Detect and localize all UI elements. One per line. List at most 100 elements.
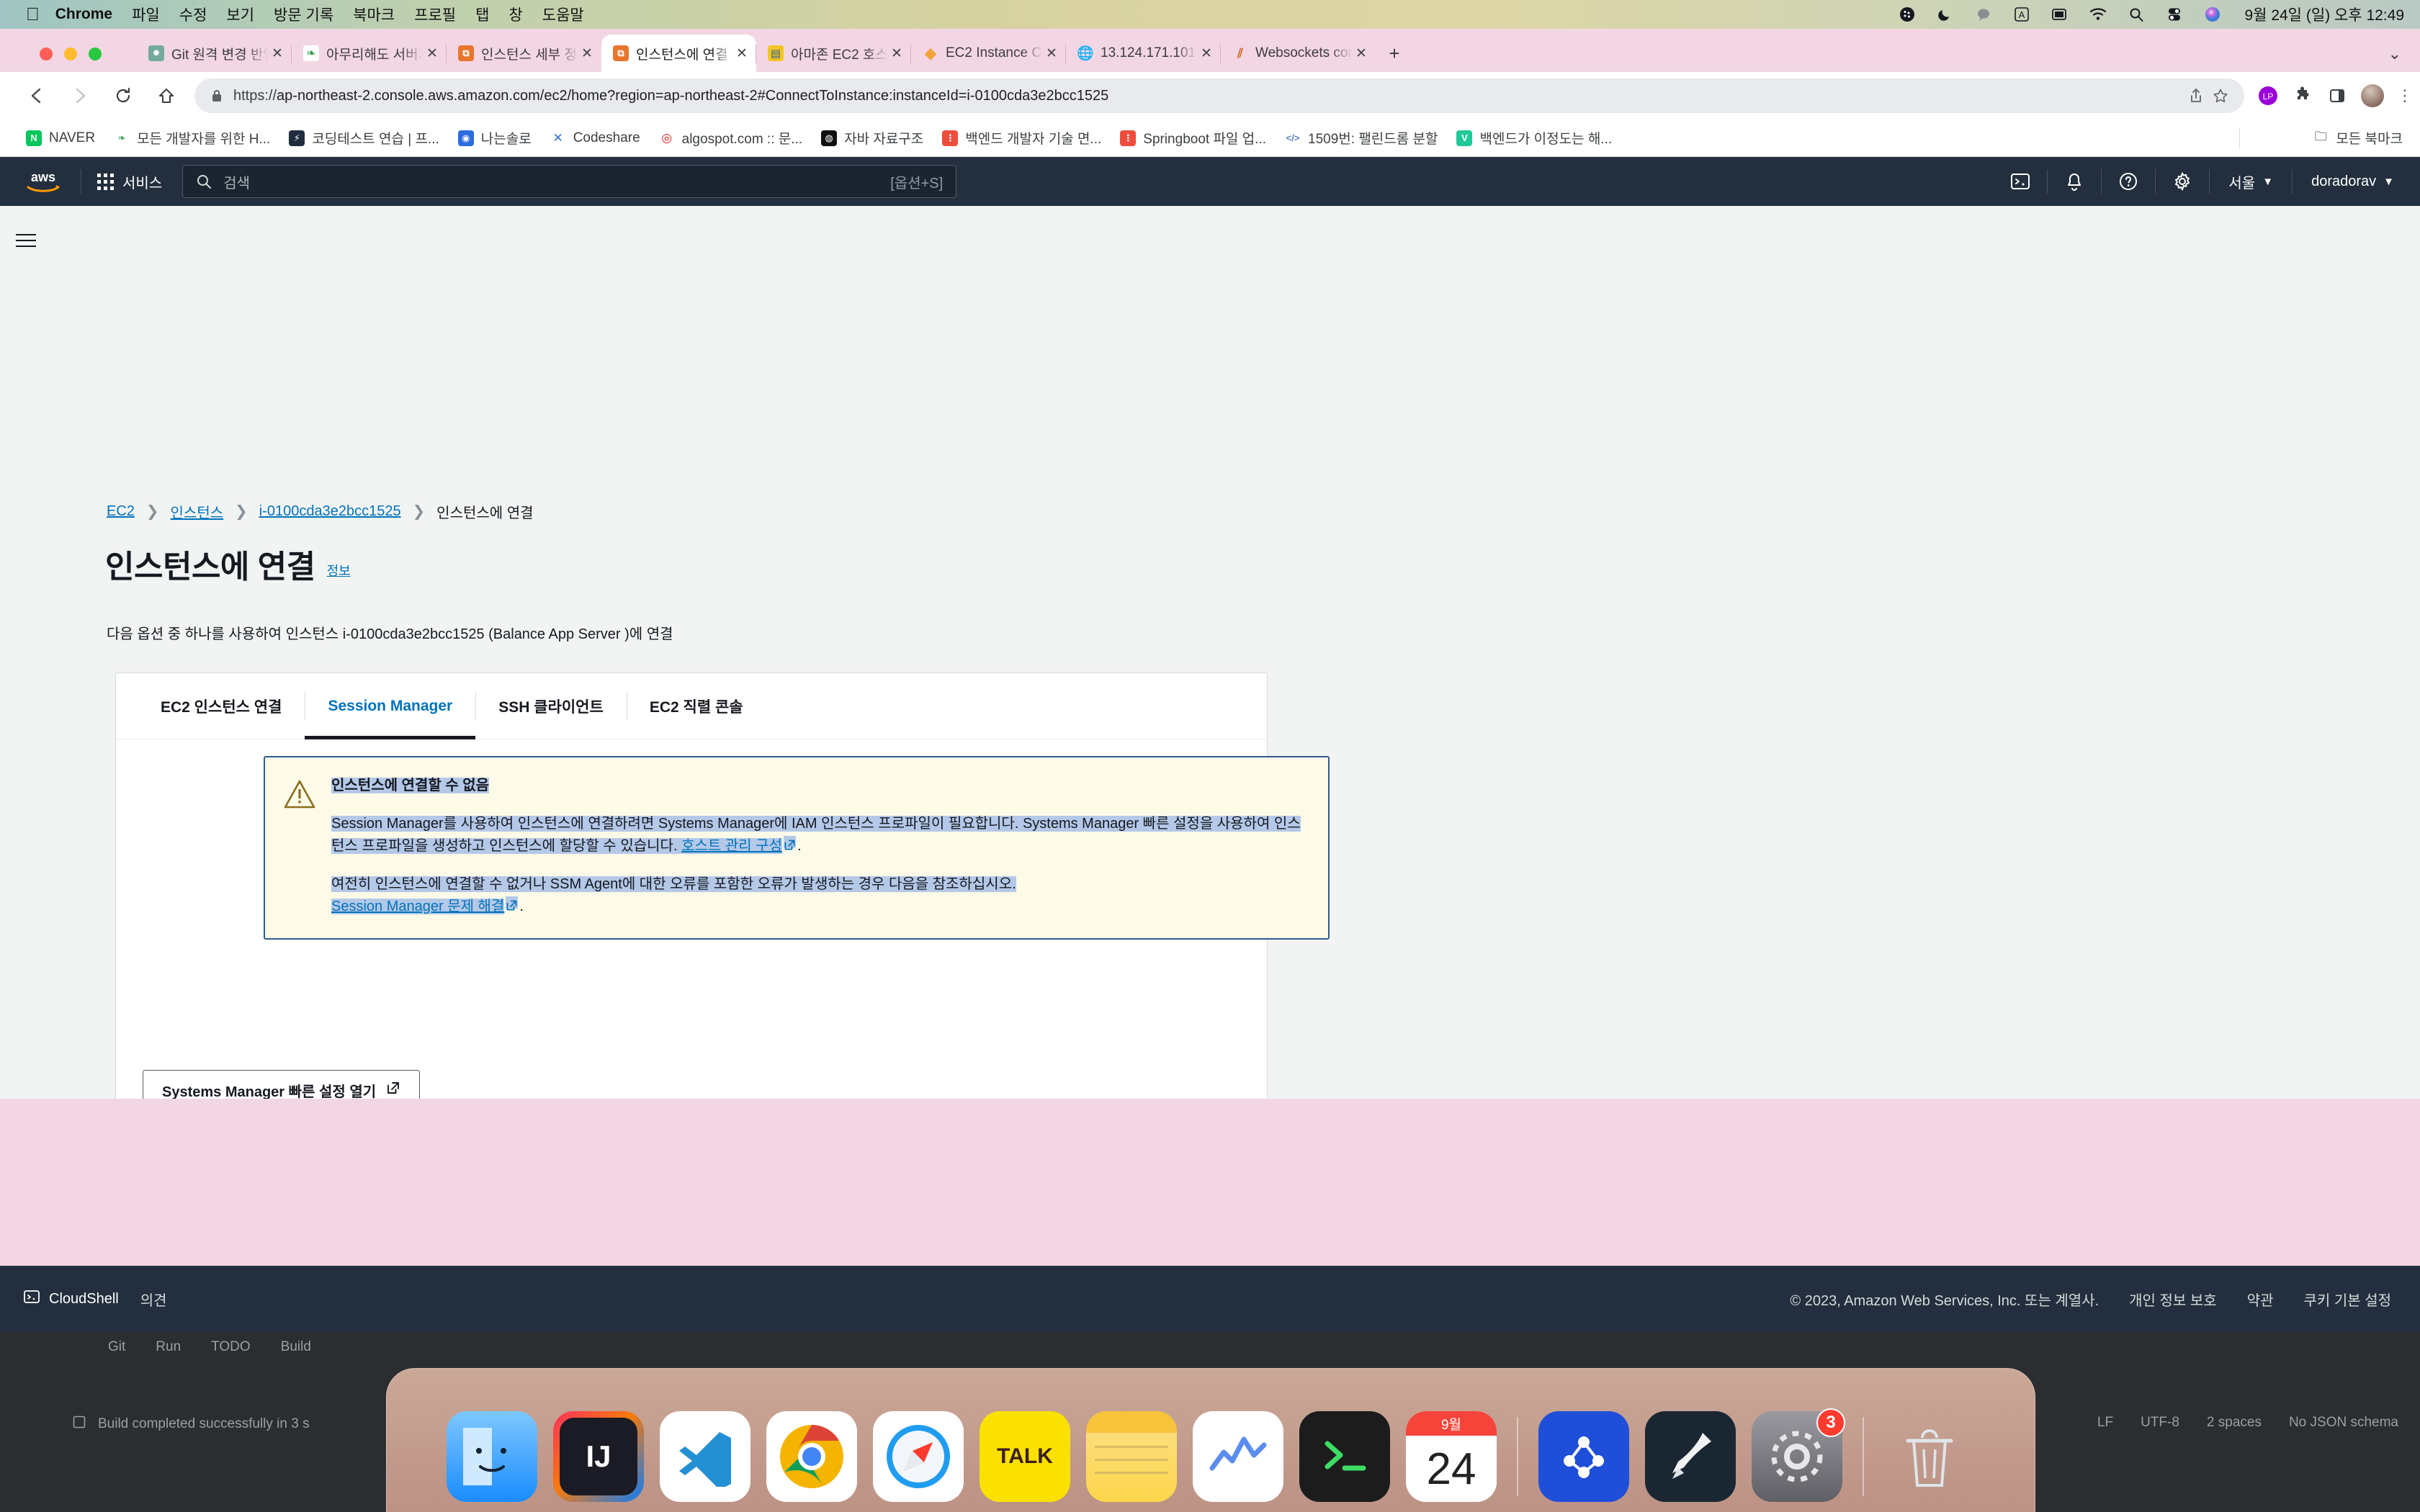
cloudshell-button[interactable]: CloudShell	[23, 1288, 119, 1310]
browser-tab-3[interactable]: ⧉ 인스턴스 세부 정보 | EC ✕	[446, 35, 601, 72]
all-bookmarks-button[interactable]: 🗀 모든 북마크	[2313, 128, 2403, 148]
browser-tab-1[interactable]: ✹ Git 원격 변경 반영 ✕	[137, 35, 292, 72]
reload-icon[interactable]	[107, 79, 140, 112]
menu-bar-clock[interactable]: 9월 24일 (일) 오후 12:49	[2244, 4, 2404, 25]
input-source-A-icon[interactable]: A	[2012, 5, 2031, 24]
dock-item-intellij-idea[interactable]: IJ	[553, 1411, 644, 1502]
tab-ec2-instance-connect[interactable]: EC2 인스턴스 연결	[138, 673, 305, 739]
address-bar[interactable]: https://ap-northeast-2.console.aws.amazo…	[194, 78, 2244, 113]
sidepanel-icon[interactable]	[2326, 85, 2348, 107]
dock-item-finder[interactable]	[447, 1411, 537, 1502]
bookmark-java-ds[interactable]: ◍ 자바 자료구조	[821, 128, 923, 148]
breadcrumb-item-ec2[interactable]: EC2	[107, 503, 135, 520]
ide-todo-tab[interactable]: TODO	[211, 1339, 251, 1355]
moon-icon[interactable]	[1936, 5, 1955, 24]
services-menu[interactable]: 서비스	[97, 171, 162, 192]
bookmark-nanunsolo[interactable]: ◉ 나는솔로	[457, 128, 532, 148]
tab-ec2-serial-console[interactable]: EC2 직렬 콘솔	[626, 673, 766, 739]
dock-item-system-settings[interactable]: 3	[1752, 1408, 1845, 1502]
dock-item-mongodb-compass[interactable]	[1538, 1411, 1629, 1502]
ide-encoding[interactable]: UTF-8	[2141, 1415, 2179, 1431]
menu-profile[interactable]: 프로필	[414, 4, 456, 25]
tab-session-manager[interactable]: Session Manager	[305, 673, 475, 739]
minimize-window-button[interactable]	[64, 48, 77, 60]
dock-item-vs-code[interactable]	[660, 1411, 750, 1502]
close-tab-icon[interactable]: ✕	[733, 45, 750, 62]
speech-bubble-icon[interactable]	[1974, 5, 1993, 24]
bookmark-star-icon[interactable]	[2208, 88, 2233, 104]
window-traffic-lights[interactable]	[40, 48, 102, 60]
lastpass-extension-icon[interactable]: LP	[2257, 85, 2279, 107]
control-center-icon[interactable]	[2165, 5, 2184, 24]
menu-kebab-icon[interactable]: ⋮	[2397, 88, 2413, 104]
browser-tab-6[interactable]: ◆ EC2 Instance Conne ✕	[910, 35, 1066, 72]
menu-edit[interactable]: 수정	[179, 4, 207, 25]
forward-arrow-icon[interactable]	[63, 79, 97, 112]
breadcrumb-item-instances[interactable]: 인스턴스	[171, 501, 224, 522]
aws-search-input[interactable]: 검색 [옵션+S]	[182, 165, 957, 198]
info-link[interactable]: 정보	[327, 561, 351, 583]
browser-tab-4-active[interactable]: ⧉ 인스턴스에 연결 | EC2 ✕	[601, 35, 756, 72]
breadcrumb-item-instance-id[interactable]: i-0100cda3e2bcc1525	[259, 503, 401, 520]
tab-search-button[interactable]: ⌄	[2388, 45, 2401, 63]
bookmark-hanbit[interactable]: ❧ 모든 개발자를 위한 H...	[114, 128, 270, 148]
dock-item-activity-monitor[interactable]	[1193, 1411, 1283, 1502]
browser-tab-5[interactable]: ▤ 아마존 EC2 호스트 관리 ✕	[756, 35, 911, 72]
dock-item-postman[interactable]	[1645, 1411, 1736, 1502]
region-selector[interactable]: 서울 ▼	[2210, 157, 2292, 206]
close-tab-icon[interactable]: ✕	[1353, 45, 1370, 62]
cloudshell-icon[interactable]	[1994, 157, 2047, 206]
open-systems-manager-quick-setup-button[interactable]: Systems Manager 빠른 설정 열기	[143, 1070, 421, 1099]
bookmark-velog[interactable]: V 백엔드가 이정도는 해...	[1456, 128, 1612, 148]
ide-run-tab[interactable]: Run	[156, 1339, 181, 1355]
browser-tab-7[interactable]: 🌐 13.124.171.101 ✕	[1065, 35, 1221, 72]
ide-line-separator[interactable]: LF	[2097, 1415, 2113, 1431]
session-manager-troubleshoot-link[interactable]: Session Manager 문제 해결	[331, 899, 505, 914]
menu-file[interactable]: 파일	[132, 4, 160, 25]
wifi-icon[interactable]	[2089, 5, 2107, 24]
aws-logo-icon[interactable]: aws	[22, 167, 65, 196]
close-tab-icon[interactable]: ✕	[888, 45, 905, 62]
bell-icon[interactable]	[2048, 157, 2101, 206]
terms-link[interactable]: 약관	[2247, 1289, 2274, 1310]
cookie-preferences-link[interactable]: 쿠키 기본 설정	[2303, 1289, 2391, 1310]
help-icon[interactable]	[2102, 157, 2155, 206]
ide-indent[interactable]: 2 spaces	[2207, 1415, 2262, 1431]
bookmark-boj-1509[interactable]: </> 1509번: 팰린드롬 분할	[1285, 128, 1438, 148]
home-icon[interactable]	[150, 79, 183, 112]
menu-view[interactable]: 보기	[226, 4, 254, 25]
siri-icon[interactable]	[2203, 5, 2222, 24]
dock-item-trash[interactable]	[1884, 1411, 1975, 1502]
ide-build-tab[interactable]: Build	[281, 1339, 311, 1355]
dock-item-iterm[interactable]	[1299, 1411, 1390, 1502]
close-window-button[interactable]	[40, 48, 53, 60]
host-management-config-link[interactable]: 호스트 관리 구성	[681, 838, 782, 854]
search-icon[interactable]	[2127, 5, 2146, 24]
menu-help[interactable]: 도움말	[542, 4, 584, 25]
ide-git-tab[interactable]: Git	[108, 1339, 125, 1355]
privacy-link[interactable]: 개인 정보 보호	[2129, 1289, 2217, 1310]
menu-chrome[interactable]: Chrome	[55, 6, 112, 23]
sidebar-toggle-icon[interactable]	[16, 226, 48, 255]
account-menu[interactable]: doradorav ▼	[2293, 157, 2420, 206]
dock-item-notes[interactable]	[1086, 1411, 1177, 1502]
dots-icon[interactable]	[1898, 5, 1917, 24]
feedback-link[interactable]: 의견	[140, 1289, 167, 1310]
ide-json-schema[interactable]: No JSON schema	[2289, 1415, 2398, 1431]
dock-item-safari[interactable]	[873, 1411, 964, 1502]
settings-gear-icon[interactable]	[2156, 157, 2209, 206]
bookmark-codeshare[interactable]: ✕ Codeshare	[550, 130, 640, 146]
menu-window[interactable]: 창	[508, 4, 522, 25]
extensions-puzzle-icon[interactable]	[2292, 85, 2313, 107]
dock-item-kakaotalk[interactable]: TALK	[980, 1411, 1070, 1502]
browser-tab-2[interactable]: ❧ 아무리해도 서버가 켜져9 ✕	[291, 35, 447, 72]
screen-mirroring-icon[interactable]	[2051, 5, 2069, 24]
maximize-window-button[interactable]	[89, 48, 102, 60]
dock-item-chrome[interactable]	[766, 1411, 857, 1502]
close-tab-icon[interactable]: ✕	[578, 45, 596, 62]
bookmark-naver[interactable]: N NAVER	[26, 130, 95, 146]
dock-item-calendar[interactable]: 9월 24	[1406, 1411, 1497, 1502]
close-tab-icon[interactable]: ✕	[269, 45, 286, 62]
bookmark-backend-interview[interactable]: ⋮ 백엔드 개발자 기술 면...	[942, 128, 1101, 148]
menu-tab[interactable]: 탭	[475, 4, 489, 25]
